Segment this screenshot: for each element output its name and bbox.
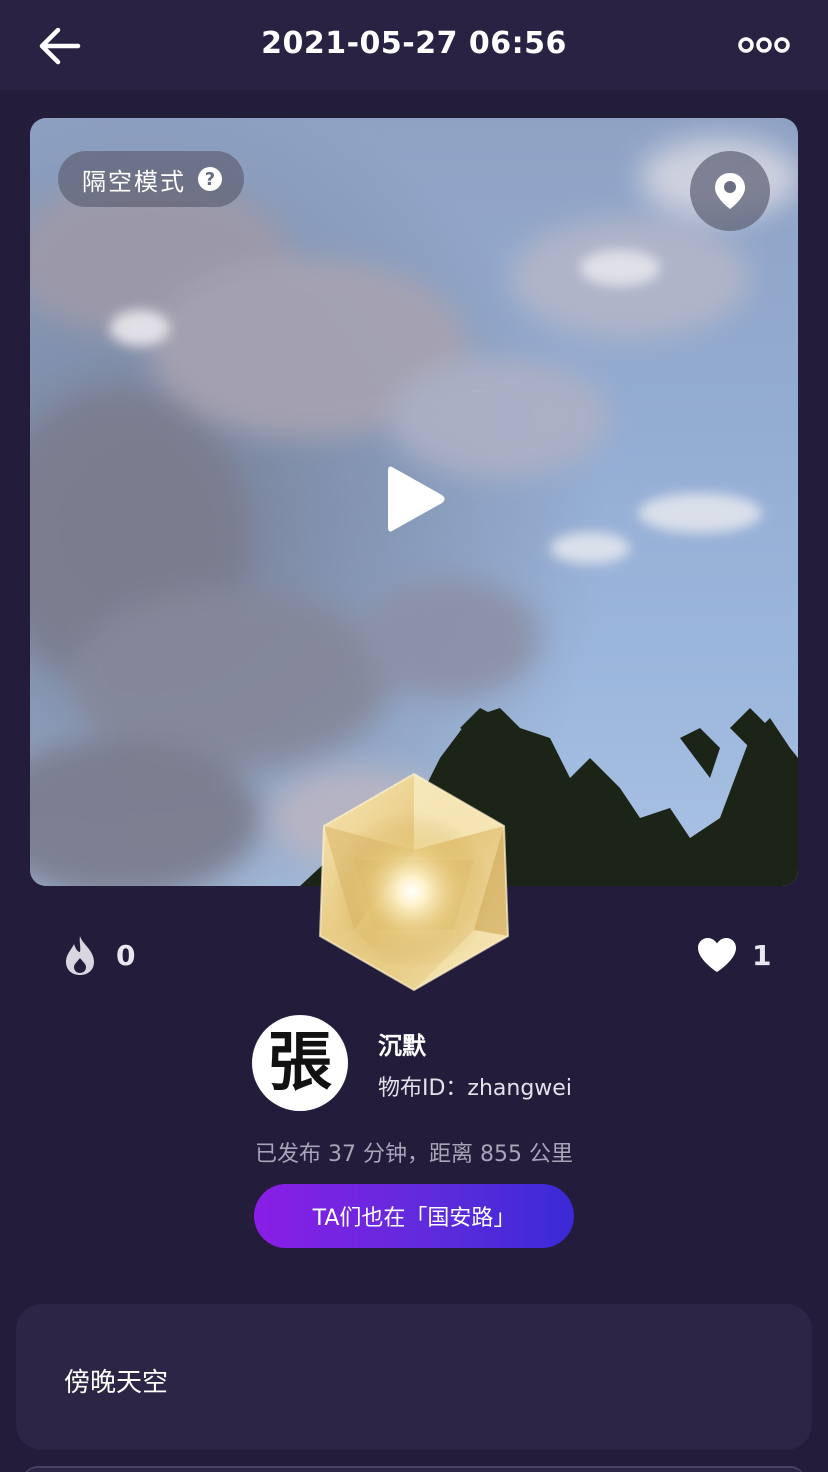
mode-toggle[interactable]: 隔空模式 ?: [58, 151, 244, 207]
user-name[interactable]: 沉默: [378, 1026, 426, 1061]
help-icon[interactable]: ?: [198, 167, 222, 191]
like-count: 1: [752, 938, 772, 972]
top-bar: 2021-05-27 06:56: [0, 0, 828, 90]
like-stat[interactable]: 1: [696, 936, 771, 974]
nearby-users-button[interactable]: TA们也在「国安路」: [254, 1184, 574, 1248]
description-card: 傍晚天空: [16, 1304, 812, 1450]
map-pin-icon: [715, 173, 745, 209]
location-button[interactable]: [690, 151, 770, 231]
play-icon: [388, 466, 445, 532]
next-card-edge: [22, 1466, 806, 1472]
heat-stat[interactable]: 0: [62, 934, 135, 976]
user-id: 物布ID：zhangwei: [378, 1076, 572, 1101]
post-meta: 已发布 37 分钟，距离 855 公里: [255, 1142, 573, 1167]
page-title: 2021-05-27 06:56: [261, 26, 567, 61]
play-button[interactable]: [384, 461, 448, 537]
heart-icon: [698, 938, 736, 972]
mode-label: 隔空模式: [82, 167, 186, 196]
more-button[interactable]: [738, 30, 790, 60]
heat-count: 0: [116, 938, 136, 972]
crystal-gem-icon: [318, 772, 510, 992]
screen: 2021-05-27 06:56 隔空模式 ? 0 1 張 沉默 物布ID：zh…: [0, 0, 828, 1472]
avatar[interactable]: 張: [252, 1015, 348, 1111]
post-description: 傍晚天空: [64, 1368, 169, 1398]
flame-icon: [66, 936, 94, 975]
more-dots-icon: [738, 37, 790, 53]
avatar-glyph: 張: [268, 1025, 332, 1100]
